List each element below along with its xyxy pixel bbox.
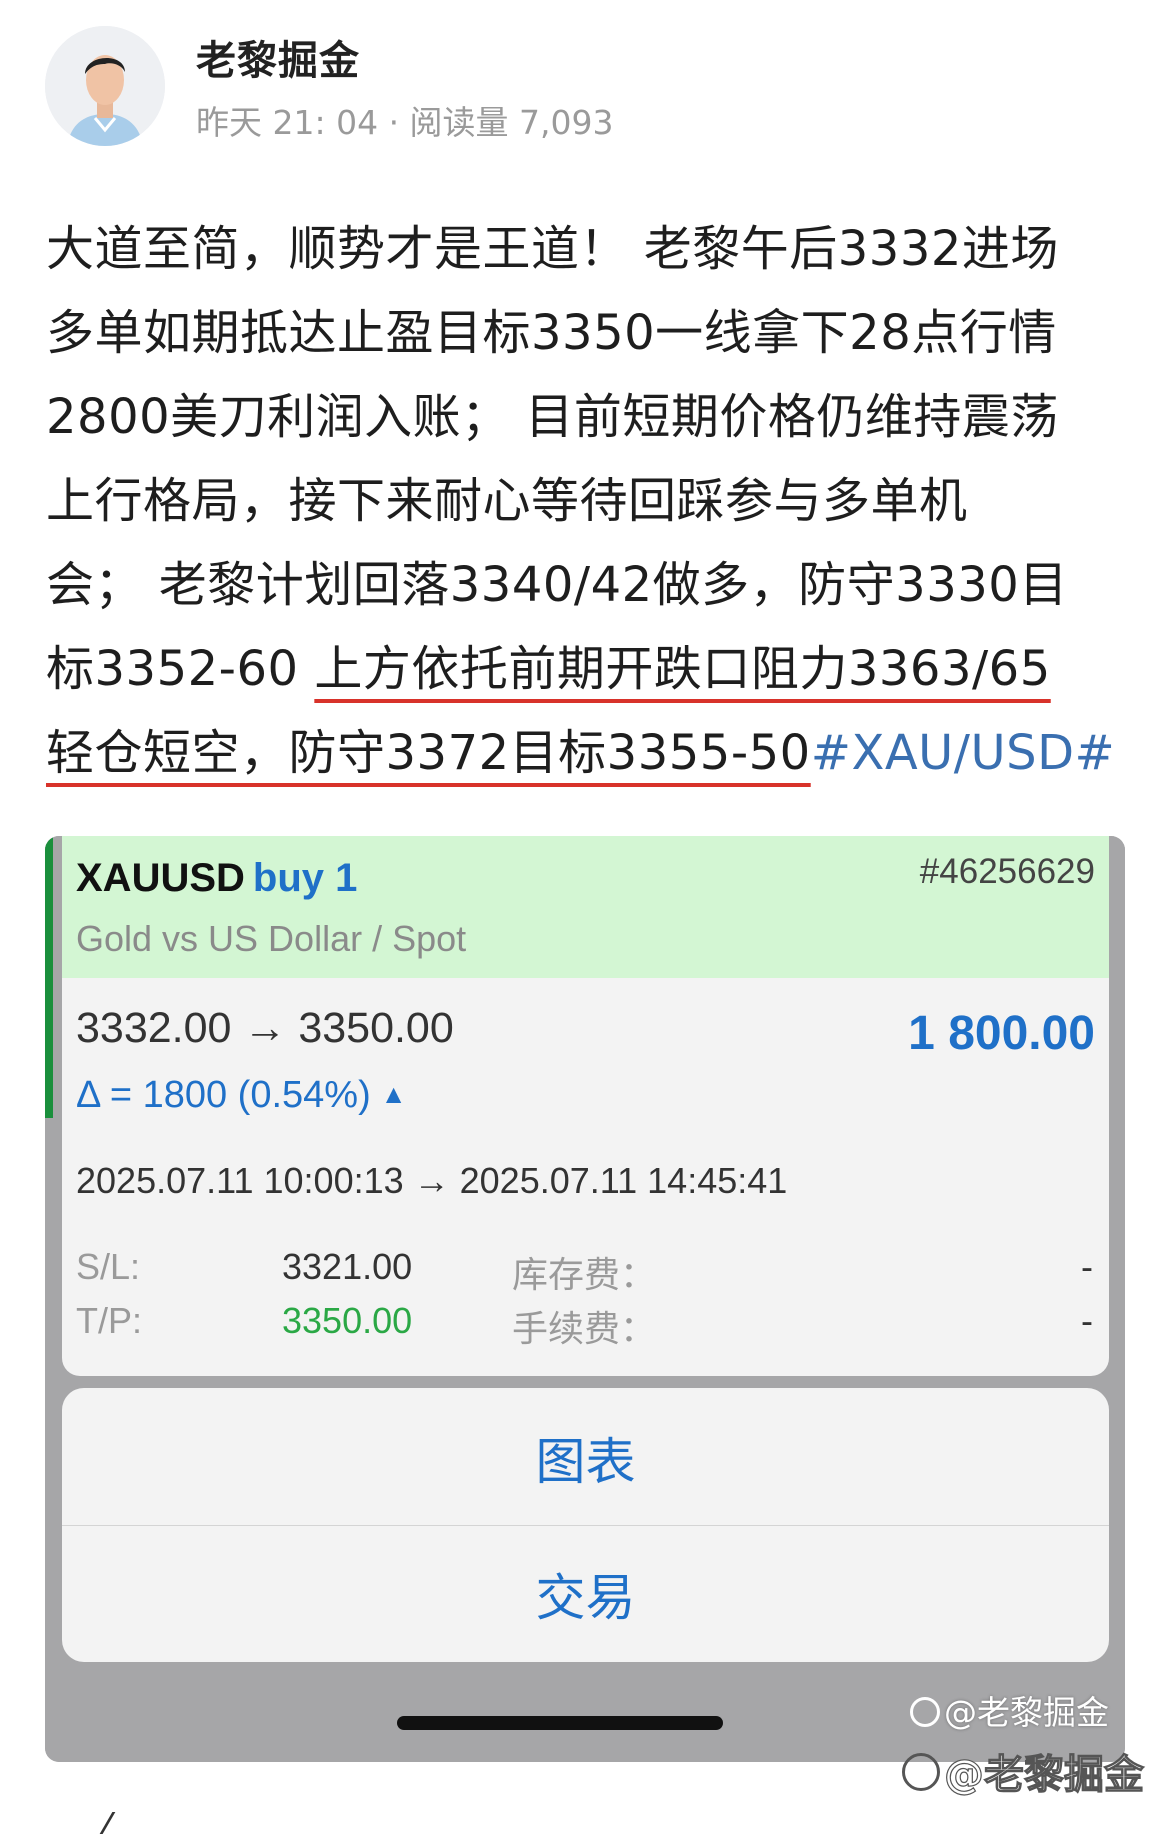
tp-value: 3350.00 <box>282 1300 413 1341</box>
sl-label: S/L: <box>76 1246 141 1287</box>
author-name[interactable]: 老黎掘金 <box>196 28 360 86</box>
chevron-up-icon: ▲ <box>380 1079 407 1109</box>
action-sheet: 图表 交易 <box>62 1388 1109 1662</box>
chart-button[interactable]: 图表 <box>62 1422 1109 1494</box>
divider <box>62 1525 1109 1526</box>
watermark: @老黎掘金 <box>910 1686 1109 1734</box>
partial-icon <box>99 1812 139 1834</box>
post-line: 标3352-60 上方依托前期开跌口阻力3363/65 <box>46 627 1136 711</box>
trade-header: XAUUSD buy 1 #46256629 Gold vs US Dollar … <box>62 836 1109 978</box>
swap-label: 库存费： <box>512 1254 657 1295</box>
tp-label: T/P: <box>76 1300 143 1341</box>
commission-label: 手续费： <box>512 1308 657 1349</box>
trade-prices: 3332.00 → 3350.00 <box>76 1004 454 1052</box>
post-line: 大道至简，顺势才是王道！ 老黎午后3332进场 <box>46 221 1059 277</box>
post-line: 会； 老黎计划回落3340/42做多，防守3330目 <box>46 557 1068 613</box>
avatar-image <box>45 26 165 146</box>
trade-times: 2025.07.11 10:00:13 → 2025.07.11 14:45:4… <box>76 1160 788 1201</box>
home-indicator[interactable] <box>397 1716 723 1730</box>
watermark: @老黎掘金 <box>902 1742 1145 1800</box>
avatar[interactable] <box>45 26 165 146</box>
position-indicator-bar <box>45 836 53 1118</box>
trade-screenshot[interactable]: XAUUSD buy 1 #46256629 Gold vs US Dollar … <box>45 836 1125 1762</box>
trade-profit: 1 800.00 <box>908 1007 1095 1060</box>
trade-ticket: #46256629 <box>919 852 1095 891</box>
underlined-text: 轻仓短空，防守3372目标3355-50 <box>46 725 811 781</box>
post-line: 上行格局，接下来耐心等待回踩参与多单机 <box>46 473 968 529</box>
trade-symbol: XAUUSD <box>76 856 245 900</box>
trade-title: XAUUSD buy 1 <box>76 856 357 901</box>
weibo-logo-icon <box>902 1753 940 1791</box>
trade-delta: Δ = 1800 (0.54%) ▲ <box>76 1074 406 1117</box>
post-line: 多单如期抵达止盈目标3350一线拿下28点行情 <box>46 305 1057 361</box>
post-meta: 昨天 21: 04 · 阅读量 7,093 <box>196 103 614 142</box>
underlined-text: 上方依托前期开跌口阻力3363/65 <box>314 641 1051 697</box>
post-text: 标3352-60 <box>46 641 315 697</box>
hashtag-link[interactable]: #XAU/USD# <box>811 725 1116 781</box>
weibo-logo-icon <box>910 1697 940 1727</box>
watermark-text: @老黎掘金 <box>944 1693 1109 1732</box>
trade-detail-panel: XAUUSD buy 1 #46256629 Gold vs US Dollar … <box>62 836 1109 1376</box>
trade-description: Gold vs US Dollar / Spot <box>76 918 467 959</box>
swap-value: - <box>1081 1246 1093 1287</box>
commission-value: - <box>1081 1300 1093 1341</box>
post-body: 大道至简，顺势才是王道！ 老黎午后3332进场 多单如期抵达止盈目标3350一线… <box>46 207 1136 795</box>
trade-direction: buy 1 <box>252 856 358 900</box>
delta-text: Δ = 1800 (0.54%) <box>76 1074 371 1116</box>
watermark-text: @老黎掘金 <box>943 1751 1144 1798</box>
sl-value: 3321.00 <box>282 1246 413 1287</box>
post-line: 2800美刀利润入账； 目前短期价格仍维持震荡 <box>46 389 1059 445</box>
trade-button[interactable]: 交易 <box>62 1558 1109 1630</box>
post-line: 轻仓短空，防守3372目标3355-50#XAU/USD# <box>46 711 1136 795</box>
